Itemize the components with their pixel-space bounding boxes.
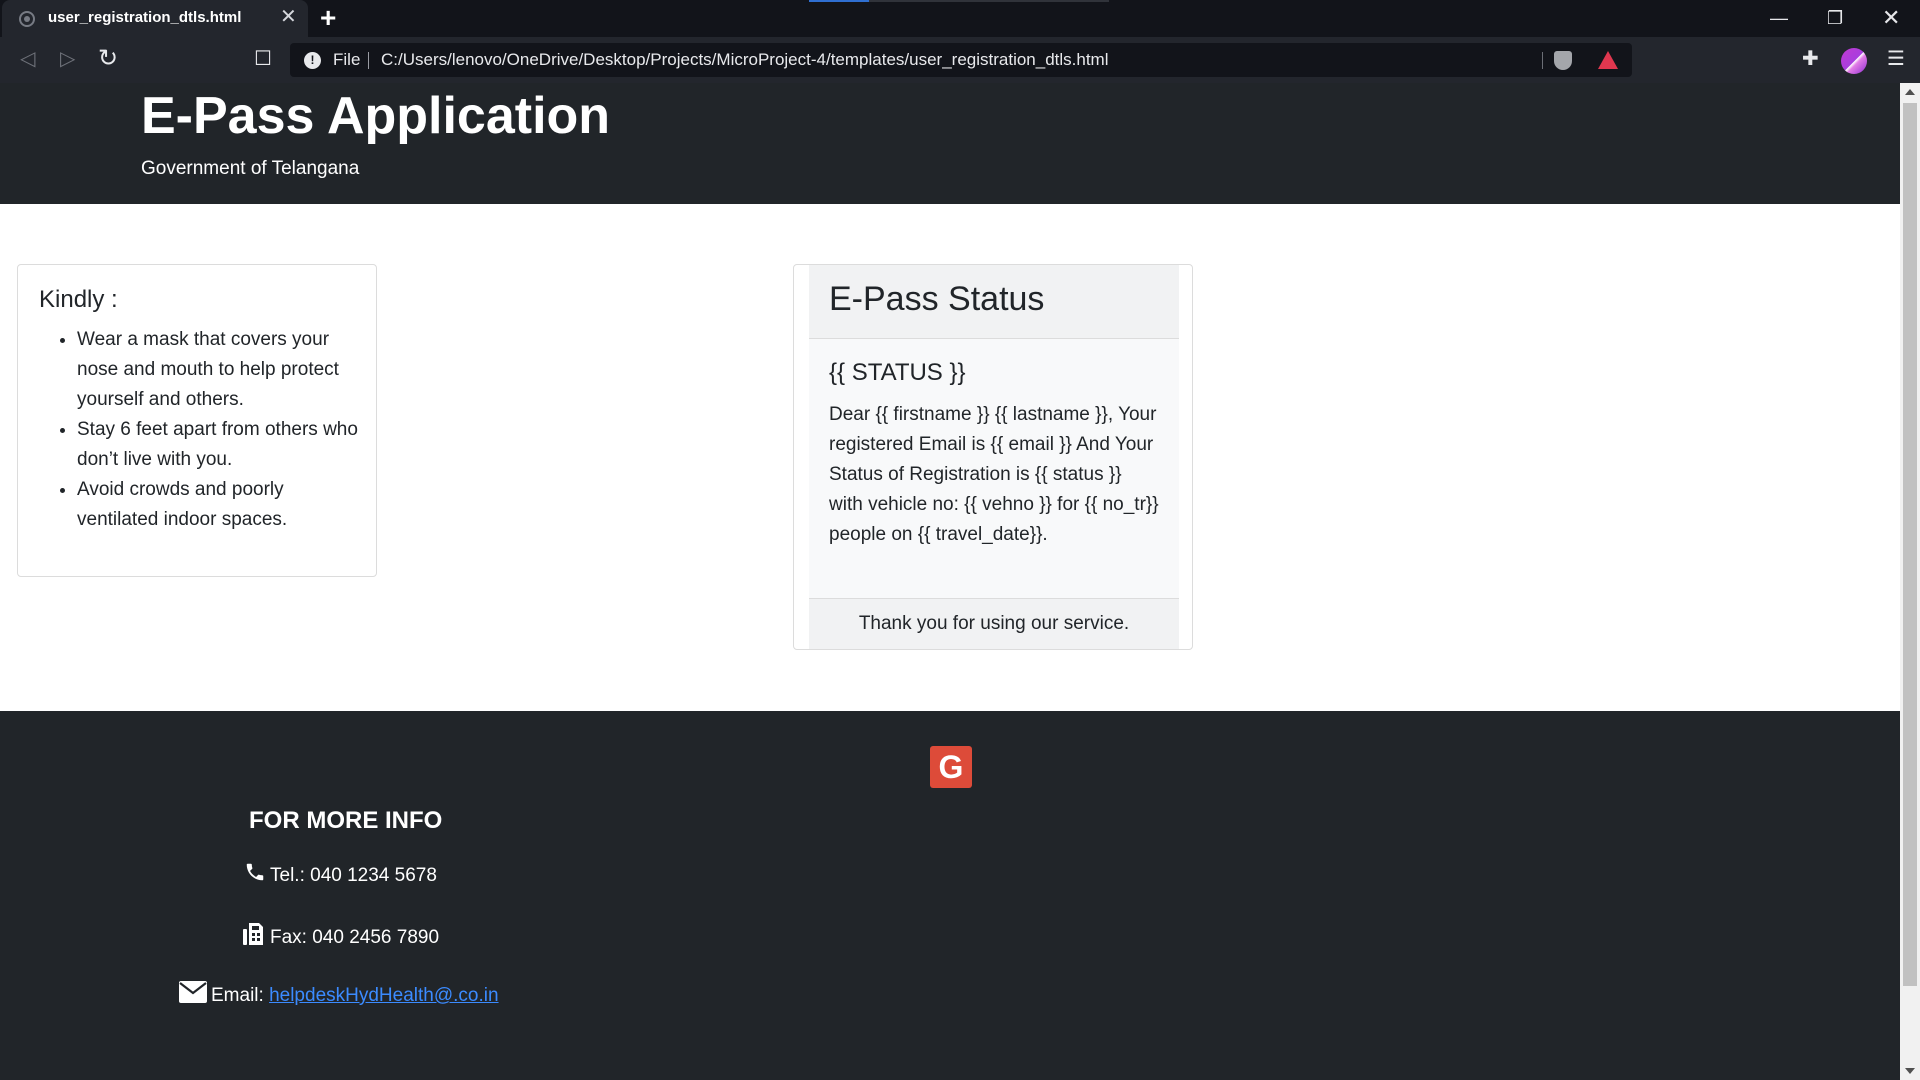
file-scheme-label: File xyxy=(333,50,361,69)
address-separator xyxy=(368,52,369,69)
guidelines-title: Kindly : xyxy=(39,286,118,313)
contact-fax: Fax: 040 2456 7890 xyxy=(242,921,439,955)
scroll-down-arrow-icon[interactable] xyxy=(1905,1068,1915,1074)
window-minimize-button[interactable]: — xyxy=(1770,4,1788,32)
reload-icon[interactable]: ↻ xyxy=(98,45,118,73)
guidelines-list: Wear a mask that covers your nose and mo… xyxy=(58,325,358,535)
guideline-item: Wear a mask that covers your nose and mo… xyxy=(77,325,358,415)
scroll-up-arrow-icon[interactable] xyxy=(1905,89,1915,95)
new-tab-button[interactable]: + xyxy=(320,2,336,34)
email-label: Email: xyxy=(211,985,264,1007)
google-icon[interactable]: G xyxy=(930,746,972,788)
tab-close-icon[interactable]: ✕ xyxy=(280,6,297,28)
email-link[interactable]: helpdeskHydHealth@.co.in xyxy=(269,985,498,1006)
back-arrow-icon[interactable]: ◁ xyxy=(20,45,35,73)
window-restore-button[interactable]: ❐ xyxy=(1827,4,1843,32)
status-message: Dear {{ firstname }} {{ lastname }}, You… xyxy=(829,404,1159,545)
guideline-item: Avoid crowds and poorly ventilated indoo… xyxy=(77,475,358,535)
page-subtitle: Government of Telangana xyxy=(141,158,360,179)
fax-text: Fax: 040 2456 7890 xyxy=(270,927,440,949)
safety-guidelines-card: Kindly : Wear a mask that covers your no… xyxy=(17,264,377,577)
tab-title: user_registration_dtls.html xyxy=(48,9,242,26)
web-page: E-Pass Application Government of Telanga… xyxy=(0,83,1900,1080)
status-card-title: E-Pass Status xyxy=(829,280,1045,318)
browser-tab-bar: user_registration_dtls.html ✕ + — ❐ ✕ xyxy=(0,0,1920,37)
more-info-heading: FOR MORE INFO xyxy=(249,807,443,834)
url-text[interactable]: C:/Users/lenovo/OneDrive/Desktop/Project… xyxy=(381,50,1109,70)
page-footer: G FOR MORE INFO Tel.: 040 1234 5678 Fax:… xyxy=(0,711,1900,1080)
profile-avatar-icon[interactable] xyxy=(1841,48,1867,74)
globe-icon xyxy=(19,11,35,27)
tab-strip-indicator xyxy=(809,0,869,2)
info-icon[interactable]: ! xyxy=(304,52,321,69)
envelope-icon xyxy=(179,981,207,1011)
thank-you-text: Thank you for using our service. xyxy=(858,613,1130,634)
browser-tab[interactable]: user_registration_dtls.html ✕ xyxy=(2,0,308,37)
phone-icon xyxy=(244,861,266,891)
address-separator-right xyxy=(1542,52,1543,69)
fax-icon xyxy=(242,921,266,955)
telephone-text: Tel.: 040 1234 5678 xyxy=(270,865,437,887)
status-card-header: E-Pass Status xyxy=(809,265,1179,339)
page-scrollbar[interactable] xyxy=(1900,83,1920,1080)
status-heading: {{ STATUS }} xyxy=(829,359,966,386)
forward-arrow-icon[interactable]: ▷ xyxy=(60,45,75,73)
contact-email: Email: helpdeskHydHealth@.co.in xyxy=(179,981,499,1011)
menu-icon[interactable]: ☰ xyxy=(1887,45,1905,73)
browser-toolbar: ◁ ▷ ↻ ☐ ! File C:/Users/lenovo/OneDrive/… xyxy=(0,37,1920,83)
status-card-footer: Thank you for using our service. xyxy=(809,598,1179,649)
extensions-puzzle-icon[interactable]: ✚ xyxy=(1802,45,1819,73)
tab-strip-track xyxy=(869,0,1109,2)
brave-shield-icon[interactable] xyxy=(1554,51,1572,70)
window-close-button[interactable]: ✕ xyxy=(1882,4,1900,32)
brave-rewards-icon[interactable] xyxy=(1598,51,1618,69)
contact-telephone: Tel.: 040 1234 5678 xyxy=(244,861,437,891)
bookmark-icon[interactable]: ☐ xyxy=(254,45,272,73)
scroll-thumb[interactable] xyxy=(1903,103,1917,986)
address-bar[interactable]: ! File C:/Users/lenovo/OneDrive/Desktop/… xyxy=(290,43,1632,77)
epass-status-card: E-Pass Status {{ STATUS }} Dear {{ first… xyxy=(793,264,1193,650)
status-card-body: E-Pass Status {{ STATUS }} Dear {{ first… xyxy=(809,265,1179,649)
guideline-item: Stay 6 feet apart from others who don’t … xyxy=(77,415,358,475)
page-header: E-Pass Application Government of Telanga… xyxy=(0,83,1900,204)
page-title: E-Pass Application xyxy=(141,87,611,145)
